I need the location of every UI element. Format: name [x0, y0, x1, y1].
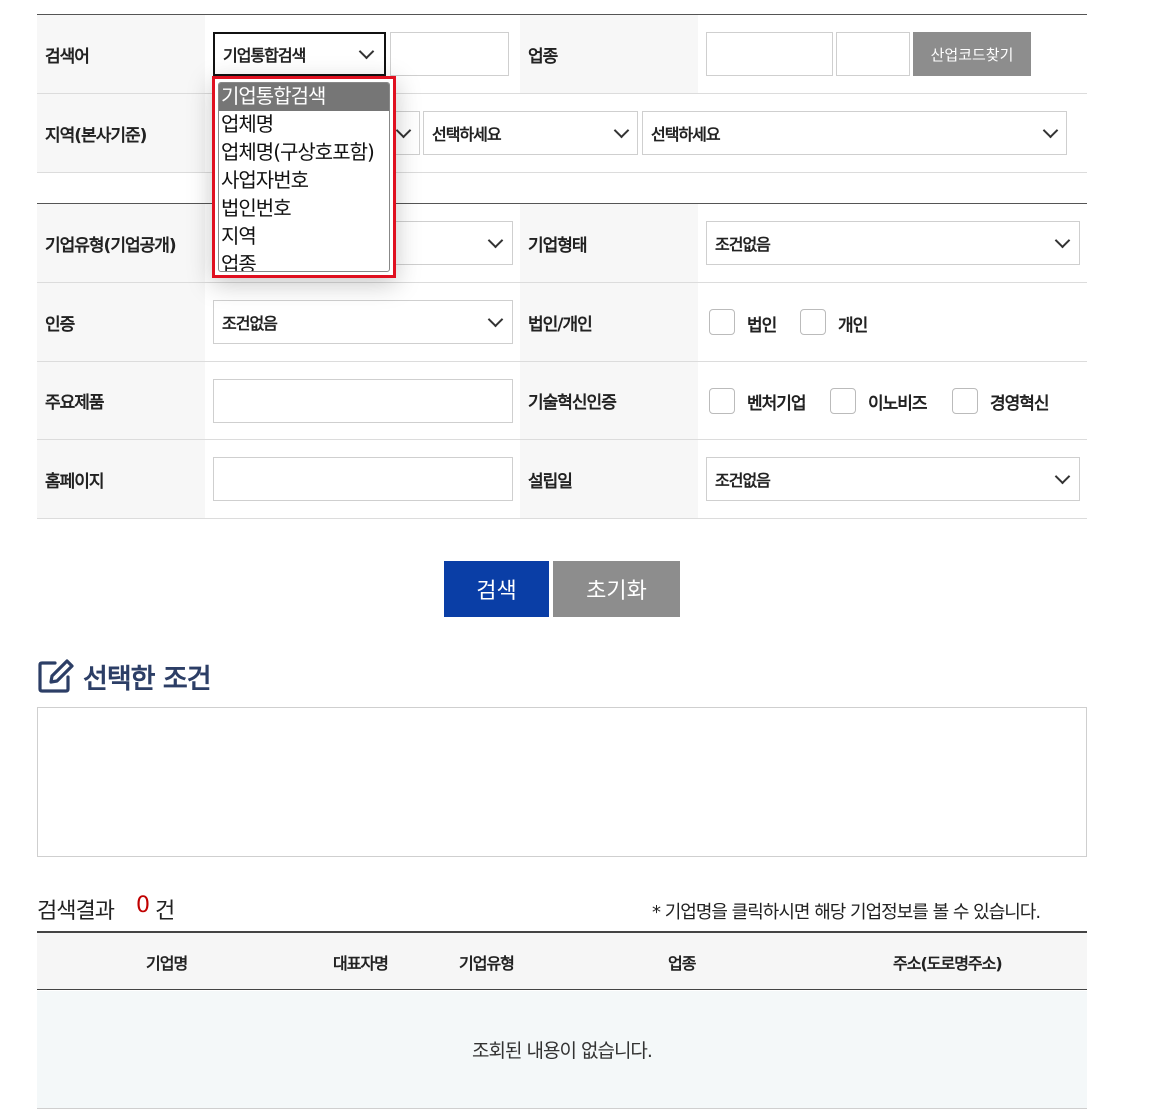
founded-value: 조건없음 — [715, 471, 771, 490]
corporation-label: 법인 — [747, 316, 777, 336]
keyword-input[interactable] — [390, 32, 509, 76]
col-industry: 업종 — [668, 954, 696, 973]
innobiz-checkbox[interactable] — [830, 388, 856, 414]
dropdown-option[interactable]: 업체명 — [219, 111, 389, 139]
dropdown-option[interactable]: 기업통합검색 — [219, 83, 389, 111]
individual-checkbox[interactable] — [800, 309, 826, 335]
col-ceo-name: 대표자명 — [333, 954, 389, 973]
dropdown-option[interactable]: 업체명(구상호포함) — [219, 139, 389, 167]
col-address: 주소(도로명주소) — [893, 954, 1003, 973]
chevron-down-icon — [1054, 468, 1071, 485]
reset-button[interactable]: 초기화 — [553, 561, 680, 617]
chevron-down-icon — [613, 122, 630, 139]
keyword-type-select[interactable]: 기업통합검색 — [213, 32, 386, 76]
dropdown-option[interactable]: 법인번호 — [219, 195, 389, 223]
find-industry-code-button[interactable]: 산업코드찾기 — [913, 32, 1031, 76]
keyword-type-dropdown: 기업통합검색 업체명 업체명(구상호포함) 사업자번호 법인번호 지역 업종 — [212, 76, 396, 278]
results-note: * 기업명을 클릭하시면 해당 기업정보를 볼 수 있습니다. — [652, 902, 1041, 923]
corporation-checkbox[interactable] — [709, 309, 735, 335]
cert-select[interactable]: 조건없음 — [213, 300, 513, 344]
industry-name-input[interactable] — [836, 32, 910, 76]
chevron-down-icon — [358, 43, 375, 60]
keyword-type-value: 기업통합검색 — [223, 46, 306, 65]
tech-cert-label: 기술혁신인증 — [520, 362, 698, 439]
selected-conditions-title: 선택한 조건 — [83, 664, 212, 695]
search-button[interactable]: 검색 — [444, 561, 549, 617]
region-select-2[interactable]: 선택하세요 — [423, 111, 638, 155]
region-select-3-value: 선택하세요 — [651, 125, 721, 144]
cert-label: 인증 — [37, 283, 205, 361]
chevron-down-icon — [1054, 232, 1071, 249]
results-count-value: 0 — [135, 893, 150, 918]
col-company-name: 기업명 — [146, 954, 188, 973]
results-count: 검색결과 0 건 — [37, 893, 175, 925]
corp-indiv-label: 법인/개인 — [520, 283, 698, 361]
dropdown-option[interactable]: 업종 — [219, 251, 389, 271]
results-unit: 건 — [154, 899, 175, 924]
dropdown-option[interactable]: 지역 — [219, 223, 389, 251]
industry-label: 업종 — [520, 15, 698, 93]
edit-icon — [38, 659, 74, 693]
venture-label: 벤처기업 — [747, 394, 807, 414]
cert-value: 조건없음 — [222, 314, 278, 333]
industry-code-input[interactable] — [706, 32, 833, 76]
individual-label: 개인 — [838, 316, 868, 336]
keyword-type-options: 기업통합검색 업체명 업체명(구상호포함) 사업자번호 법인번호 지역 업종 — [218, 82, 390, 272]
innobiz-label: 이노비즈 — [868, 394, 928, 414]
company-type-label: 기업유형(기업공개) — [37, 204, 205, 282]
keyword-label: 검색어 — [37, 15, 205, 93]
mainbiz-checkbox[interactable] — [952, 388, 978, 414]
region-label: 지역(본사기준) — [37, 94, 205, 172]
dropdown-option[interactable]: 사업자번호 — [219, 167, 389, 195]
mainbiz-label: 경영혁신 — [990, 394, 1050, 414]
company-form-label: 기업형태 — [520, 204, 698, 282]
region-select-2-value: 선택하세요 — [432, 125, 502, 144]
chevron-down-icon — [1042, 122, 1059, 139]
col-company-type: 기업유형 — [459, 954, 515, 973]
venture-checkbox[interactable] — [709, 388, 735, 414]
chevron-down-icon — [487, 311, 504, 328]
company-form-select[interactable]: 조건없음 — [706, 221, 1080, 265]
product-label: 주요제품 — [37, 362, 205, 439]
homepage-label: 홈페이지 — [37, 440, 205, 518]
homepage-input[interactable] — [213, 457, 513, 501]
results-empty-message: 조회된 내용이 없습니다. — [37, 991, 1087, 1109]
founded-select[interactable]: 조건없음 — [706, 457, 1080, 501]
company-form-value: 조건없음 — [715, 235, 771, 254]
selected-conditions-box — [37, 707, 1087, 857]
chevron-down-icon — [395, 122, 412, 139]
region-select-3[interactable]: 선택하세요 — [642, 111, 1067, 155]
results-label: 검색결과 — [37, 899, 115, 924]
product-input[interactable] — [213, 379, 513, 423]
founded-label: 설립일 — [520, 440, 698, 518]
chevron-down-icon — [487, 232, 504, 249]
